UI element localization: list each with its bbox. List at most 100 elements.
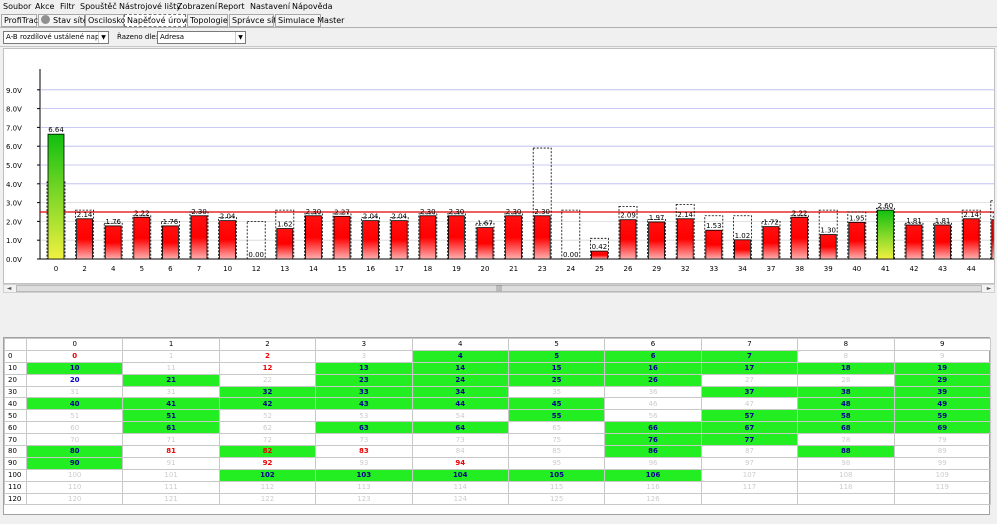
address-cell[interactable]: 123 [315, 492, 413, 506]
address-cell[interactable]: 14 [411, 361, 509, 375]
address-cell[interactable]: 9 [893, 349, 992, 363]
address-cell[interactable]: 21 [122, 373, 220, 387]
address-cell[interactable]: 54 [411, 409, 509, 423]
address-cell[interactable]: 73 [411, 433, 509, 447]
address-cell[interactable]: 15 [507, 361, 606, 375]
address-cell[interactable]: 24 [411, 373, 509, 387]
address-cell[interactable]: 1 [122, 349, 220, 363]
address-cell[interactable]: 124 [411, 492, 509, 506]
address-cell[interactable]: 42 [218, 397, 317, 411]
address-cell[interactable]: 12 [218, 361, 317, 375]
address-cell[interactable]: 95 [507, 456, 606, 470]
address-cell[interactable]: 31 [122, 385, 220, 399]
address-cell[interactable]: 67 [700, 421, 799, 435]
menu-item-2[interactable]: Filtr [60, 2, 75, 11]
address-cell[interactable]: 44 [411, 397, 509, 411]
address-cell[interactable]: 17 [700, 361, 799, 375]
tab-6[interactable]: Simulace Master [275, 14, 344, 27]
tab-3[interactable]: Napěťové úrovně [124, 14, 196, 27]
address-cell[interactable]: 65 [507, 421, 606, 435]
address-cell[interactable] [797, 492, 895, 506]
menu-item-8[interactable]: Nápověda [292, 2, 333, 11]
menu-item-1[interactable]: Akce [35, 2, 54, 11]
address-cell[interactable]: 59 [893, 409, 992, 423]
address-cell[interactable]: 93 [315, 456, 413, 470]
address-cell[interactable]: 68 [797, 421, 895, 435]
address-cell[interactable]: 61 [122, 421, 220, 435]
address-cell[interactable]: 56 [604, 409, 702, 423]
address-cell[interactable]: 20 [25, 373, 124, 387]
chart-horizontal-scrollbar[interactable]: ◄ ||| ► [3, 284, 995, 293]
menu-item-4[interactable]: Nástrojové lišty [119, 2, 181, 11]
address-cell[interactable] [893, 492, 992, 506]
address-cell[interactable]: 100 [25, 468, 124, 482]
address-cell[interactable]: 66 [604, 421, 702, 435]
address-cell[interactable]: 58 [797, 409, 895, 423]
address-cell[interactable]: 98 [797, 456, 895, 470]
address-cell[interactable]: 34 [411, 385, 509, 399]
address-cell[interactable]: 31 [25, 385, 124, 399]
address-cell[interactable]: 84 [411, 445, 509, 458]
address-cell[interactable]: 48 [797, 397, 895, 411]
address-cell[interactable]: 60 [25, 421, 124, 435]
address-cell[interactable] [700, 492, 799, 506]
address-cell[interactable]: 69 [893, 421, 992, 435]
address-cell[interactable]: 22 [218, 373, 317, 387]
menu-item-7[interactable]: Nastavení [250, 2, 290, 11]
address-cell[interactable]: 11 [122, 361, 220, 375]
address-cell[interactable]: 43 [315, 397, 413, 411]
address-cell[interactable]: 77 [700, 433, 799, 447]
address-cell[interactable]: 99 [893, 456, 992, 470]
address-cell[interactable]: 108 [797, 468, 895, 482]
address-cell[interactable]: 4 [411, 349, 509, 363]
address-cell[interactable]: 121 [122, 492, 220, 506]
address-cell[interactable]: 126 [604, 492, 702, 506]
address-cell[interactable]: 25 [507, 373, 606, 387]
address-cell[interactable]: 104 [411, 468, 509, 482]
address-cell[interactable]: 51 [25, 409, 124, 423]
address-cell[interactable]: 75 [507, 433, 606, 447]
address-cell[interactable]: 120 [25, 492, 124, 506]
address-cell[interactable]: 35 [507, 385, 606, 399]
address-cell[interactable]: 53 [315, 409, 413, 423]
address-cell[interactable]: 87 [700, 445, 799, 458]
address-cell[interactable]: 81 [122, 445, 220, 458]
menu-item-3[interactable]: Spouštěč [80, 2, 117, 11]
address-cell[interactable]: 33 [315, 385, 413, 399]
chevron-down-icon[interactable]: ▼ [98, 32, 108, 43]
address-cell[interactable]: 117 [700, 480, 799, 494]
address-cell[interactable]: 80 [25, 445, 124, 458]
address-cell[interactable]: 112 [218, 480, 317, 494]
address-cell[interactable]: 36 [604, 385, 702, 399]
address-cell[interactable]: 83 [315, 445, 413, 458]
measure-select[interactable]: A-B rozdílové ustálené napětí ▼ [3, 31, 109, 44]
address-cell[interactable]: 29 [893, 373, 992, 387]
address-cell[interactable]: 38 [797, 385, 895, 399]
tab-4[interactable]: Topologie [187, 14, 228, 27]
address-cell[interactable]: 101 [122, 468, 220, 482]
address-cell[interactable]: 113 [315, 480, 413, 494]
address-cell[interactable]: 40 [25, 397, 124, 411]
address-cell[interactable]: 70 [25, 433, 124, 447]
address-cell[interactable]: 76 [604, 433, 702, 447]
address-cell[interactable]: 106 [604, 468, 702, 482]
address-cell[interactable]: 86 [604, 445, 702, 458]
address-cell[interactable]: 102 [218, 468, 317, 482]
address-cell[interactable]: 2 [218, 349, 317, 363]
address-cell[interactable]: 109 [893, 468, 992, 482]
address-cell[interactable]: 91 [122, 456, 220, 470]
address-cell[interactable]: 96 [604, 456, 702, 470]
address-cell[interactable]: 94 [411, 456, 509, 470]
address-cell[interactable]: 82 [218, 445, 317, 458]
address-cell[interactable]: 55 [507, 409, 606, 423]
address-cell[interactable]: 85 [507, 445, 606, 458]
address-cell[interactable]: 116 [604, 480, 702, 494]
address-cell[interactable]: 13 [315, 361, 413, 375]
address-cell[interactable]: 79 [893, 433, 992, 447]
scrollbar-thumb[interactable]: ||| [16, 285, 982, 292]
address-cell[interactable]: 72 [218, 433, 317, 447]
address-cell[interactable]: 16 [604, 361, 702, 375]
tab-0[interactable]: ProfiTrace [1, 14, 43, 27]
address-cell[interactable]: 41 [122, 397, 220, 411]
address-cell[interactable]: 63 [315, 421, 413, 435]
